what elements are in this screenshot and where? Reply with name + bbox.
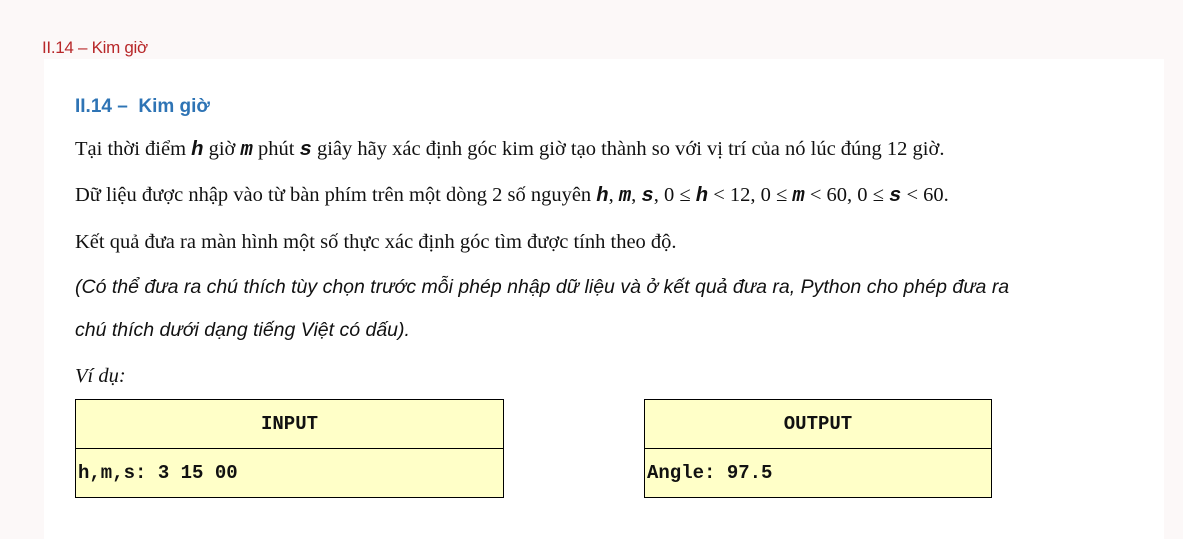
var-s: s [889,185,902,208]
var-m: m [240,139,253,162]
breadcrumb[interactable]: II.14 – Kim giờ [42,38,148,58]
var-m: m [618,185,632,208]
text: giờ [203,138,241,160]
output-table: OUTPUT Angle: 97.5 [644,399,992,498]
text: , [631,184,642,206]
var-h: h [596,185,609,208]
var-s: s [641,185,654,208]
input-header: INPUT [75,399,504,449]
input-value: h,m,s: 3 15 00 [75,448,504,498]
output-spec-paragraph: Kết quả đưa ra màn hình một số thực xác … [75,231,677,253]
text: Tại thời điểm [75,138,192,160]
text: < 12, 0 ≤ [708,184,793,206]
var-h: h [191,139,204,162]
text: giây hãy xác định góc kim giờ tạo thành … [311,138,945,160]
text: , [608,184,619,206]
text: phút [252,138,300,160]
text: , 0 ≤ [653,184,696,206]
text: < 60, 0 ≤ [804,184,889,206]
var-s: s [299,139,312,162]
statement-paragraph: Tại thời điểm h giờ m phút s giây hãy xá… [75,138,944,162]
input-table: INPUT h,m,s: 3 15 00 [75,399,504,498]
text: Dữ liệu được nhập vào từ bàn phím trên m… [75,184,597,206]
text: < 60. [901,184,949,206]
var-h: h [695,185,709,208]
input-spec-paragraph: Dữ liệu được nhập vào từ bàn phím trên m… [75,184,949,208]
example-label: Ví dụ: [75,365,126,387]
note-line-1: (Có thể đưa ra chú thích tùy chọn trước … [75,276,1010,298]
output-header: OUTPUT [644,399,992,449]
note-line-2: chú thích dưới dạng tiếng Việt có dấu). [75,319,410,341]
var-m: m [792,185,805,208]
problem-heading: II.14 – Kim giờ [75,96,210,117]
output-value: Angle: 97.5 [644,448,992,498]
